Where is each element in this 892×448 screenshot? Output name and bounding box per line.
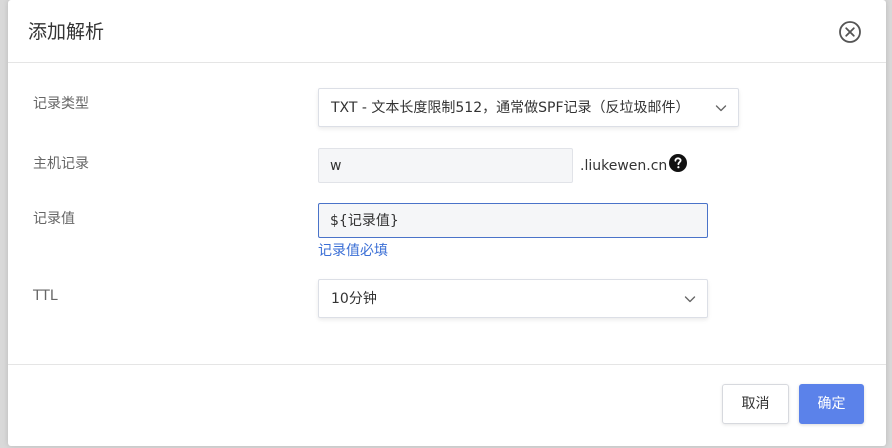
ttl-select[interactable]: 10分钟	[318, 279, 708, 318]
record-type-select[interactable]: TXT - 文本长度限制512，通常做SPF记录（反垃圾邮件）	[318, 88, 739, 127]
ttl-label: TTL	[33, 288, 58, 304]
record-value-input[interactable]: ${记录值}	[318, 203, 708, 238]
host-input[interactable]: w	[318, 148, 573, 183]
host-label: 主机记录	[33, 156, 89, 172]
close-circle-icon	[839, 21, 861, 43]
record-type-label: 记录类型	[33, 96, 89, 112]
record-value-error: 记录值必填	[318, 243, 388, 259]
dialog-header: 添加解析	[8, 0, 886, 63]
chevron-down-icon	[715, 105, 727, 112]
domain-suffix: .liukewen.cn	[580, 158, 668, 174]
confirm-button[interactable]: 确定	[799, 384, 864, 424]
record-value-label: 记录值	[33, 211, 75, 227]
question-circle-icon[interactable]	[669, 154, 687, 172]
close-button[interactable]	[838, 20, 862, 44]
record-type-value: TXT - 文本长度限制512，通常做SPF记录（反垃圾邮件）	[331, 100, 690, 116]
footer-divider	[8, 364, 886, 365]
ttl-value: 10分钟	[331, 291, 377, 307]
dialog-title: 添加解析	[28, 21, 105, 43]
add-record-dialog: 添加解析 记录类型 TXT - 文本长度限制512，通常做SPF记录（反垃圾邮件…	[8, 0, 886, 446]
chevron-down-icon	[684, 296, 696, 303]
cancel-button[interactable]: 取消	[722, 384, 789, 424]
